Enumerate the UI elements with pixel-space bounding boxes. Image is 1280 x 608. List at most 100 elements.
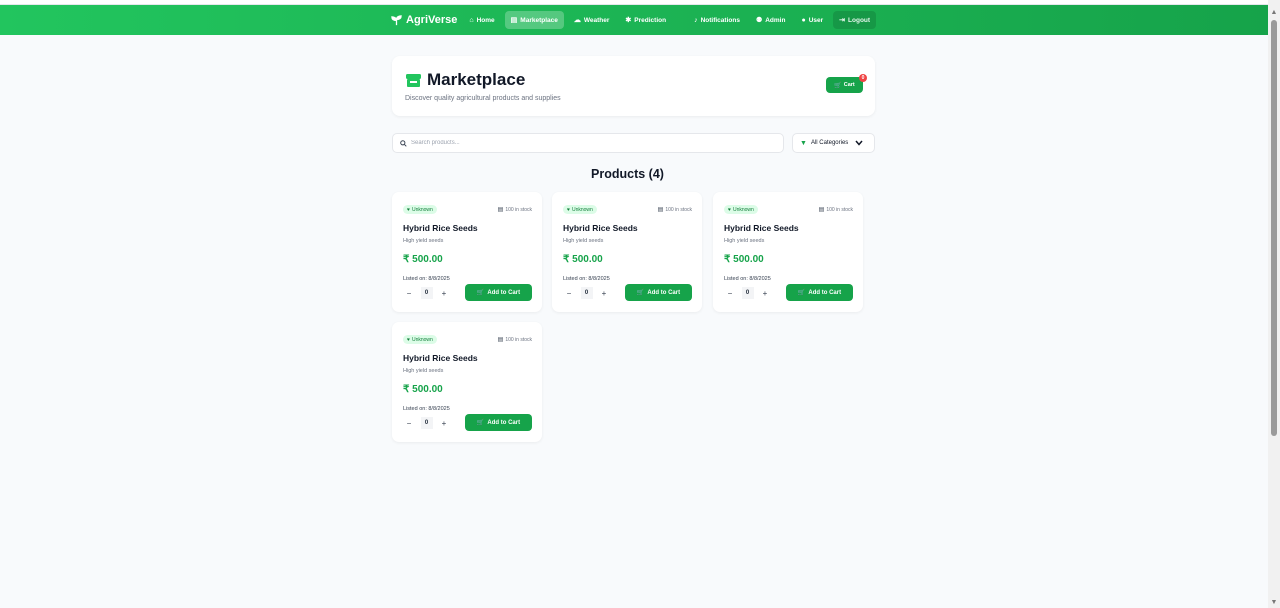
nav-label: Notifications [700, 16, 740, 24]
quantity-stepper: − 0 + [724, 286, 771, 300]
category-badge: ♥ Unknown [403, 335, 437, 344]
stock-indicator: ▤ 100 in stock [498, 335, 532, 344]
add-to-cart-button[interactable]: 🛒 Add to Cart [625, 284, 692, 301]
nav-prediction[interactable]: ✱ Prediction [619, 11, 672, 29]
bell-icon: ♪ [694, 16, 698, 24]
product-price: ₹ 500.00 [724, 254, 764, 265]
logout-button[interactable]: ⇥ Logout [833, 11, 877, 29]
nav-notifications[interactable]: ♪ Notifications [688, 11, 746, 29]
stock-label: 100 in stock [826, 206, 853, 213]
quantity-value[interactable]: 0 [420, 287, 433, 299]
cloud-sun-icon: ☁ [573, 16, 581, 24]
increase-quantity-button[interactable]: + [598, 287, 610, 299]
product-price: ₹ 500.00 [403, 254, 443, 265]
tag-icon: ♥ [728, 206, 731, 213]
increase-quantity-button[interactable]: + [438, 287, 450, 299]
stock-indicator: ▤ 100 in stock [658, 205, 692, 214]
logout-icon: ⇥ [839, 16, 846, 24]
product-description: High yield seeds [403, 238, 444, 244]
nav-weather[interactable]: ☁ Weather [568, 11, 616, 29]
brand-logo[interactable]: AgriVerse [391, 14, 457, 26]
product-card: ♥ Unknown ▤ 100 in stock Hybrid Rice Seeds… [392, 322, 542, 442]
scrollbar[interactable]: ▲ ▼ [1268, 0, 1280, 608]
nav-home[interactable]: ⌂ Home [463, 11, 500, 29]
quantity-stepper: − 0 + [403, 286, 450, 300]
store-icon [406, 73, 421, 87]
product-description: High yield seeds [563, 238, 604, 244]
search-input[interactable] [411, 140, 771, 146]
page-title-text: Marketplace [427, 70, 526, 89]
category-badge: ♥ Unknown [403, 205, 437, 214]
quantity-value[interactable]: 0 [741, 287, 754, 299]
quantity-value[interactable]: 0 [580, 287, 593, 299]
home-icon: ⌂ [469, 16, 474, 24]
add-to-cart-label: Add to Cart [487, 289, 521, 296]
listed-date: Listed on: 8/8/2025 [563, 276, 610, 282]
increase-quantity-button[interactable]: + [438, 417, 450, 429]
quantity-value[interactable]: 0 [420, 417, 433, 429]
brain-icon: ✱ [625, 16, 632, 24]
category-badge: ♥ Unknown [563, 205, 597, 214]
decrease-quantity-button[interactable]: − [724, 287, 736, 299]
scroll-up-arrow-icon[interactable]: ▲ [1268, 6, 1280, 18]
decrease-quantity-button[interactable]: − [563, 287, 575, 299]
decrease-quantity-button[interactable]: − [403, 417, 415, 429]
product-name: Hybrid Rice Seeds [724, 223, 799, 233]
nav-label: User [808, 16, 824, 24]
tag-icon: ♥ [407, 336, 410, 343]
box-icon: ▤ [818, 207, 825, 213]
nav-inner: AgriVerse ⌂ Home ▤ Marketplace ☁ Weather ✱ P… [391, 5, 880, 35]
add-to-cart-button[interactable]: 🛒 Add to Cart [465, 414, 532, 431]
scroll-thumb[interactable] [1271, 20, 1277, 436]
cart-icon: 🛒 [636, 290, 645, 296]
add-to-cart-label: Add to Cart [647, 289, 681, 296]
navbar: AgriVerse ⌂ Home ▤ Marketplace ☁ Weather ✱ P… [0, 5, 1268, 35]
cart-button[interactable]: 🛒 Cart [826, 77, 863, 93]
category-selected: All Categories [810, 140, 849, 146]
nav-label: Home [476, 16, 495, 24]
nav-label: Prediction [634, 16, 667, 24]
add-to-cart-button[interactable]: 🛒 Add to Cart [786, 284, 853, 301]
nav-user[interactable]: ● User [795, 11, 829, 29]
add-to-cart-label: Add to Cart [487, 419, 521, 426]
product-description: High yield seeds [724, 238, 765, 244]
brand-name: AgriVerse [406, 14, 458, 26]
badge-label: Unknown [571, 206, 593, 213]
decrease-quantity-button[interactable]: − [403, 287, 415, 299]
scroll-down-arrow-icon[interactable]: ▼ [1268, 596, 1280, 608]
product-card: ♥ Unknown ▤ 100 in stock Hybrid Rice Seeds… [713, 192, 863, 312]
marketplace-header-card: Marketplace Discover quality agricultura… [392, 56, 875, 116]
stock-indicator: ▤ 100 in stock [498, 205, 532, 214]
nav-label: Marketplace [520, 16, 558, 24]
cart-icon: 🛒 [476, 420, 485, 426]
increase-quantity-button[interactable]: + [759, 287, 771, 299]
category-badge: ♥ Unknown [724, 205, 758, 214]
box-icon: ▤ [497, 207, 504, 213]
nav-marketplace[interactable]: ▤ Marketplace [504, 11, 564, 29]
product-description: High yield seeds [403, 368, 444, 374]
nav-label: Logout [848, 16, 871, 24]
badge-label: Unknown [411, 206, 433, 213]
add-to-cart-button[interactable]: 🛒 Add to Cart [465, 284, 532, 301]
box-icon: ▤ [497, 337, 504, 343]
nav-admin[interactable]: ⚉ Admin [750, 11, 792, 29]
page-title: Marketplace [405, 70, 525, 90]
box-icon: ▤ [657, 207, 664, 213]
nav-label: Weather [583, 16, 610, 24]
cart-icon: 🛒 [476, 290, 485, 296]
stock-label: 100 in stock [505, 206, 532, 213]
filter-icon: ▼ [800, 139, 807, 147]
product-price: ₹ 500.00 [563, 254, 603, 265]
stock-indicator: ▤ 100 in stock [819, 205, 853, 214]
search-bar[interactable] [392, 133, 784, 153]
store-icon: ▤ [510, 16, 518, 24]
cart-label: Cart [843, 82, 855, 88]
product-name: Hybrid Rice Seeds [563, 223, 638, 233]
search-icon [400, 139, 407, 147]
nav-label: Admin [765, 16, 786, 24]
products-heading: Products (4) [591, 167, 664, 181]
tag-icon: ♥ [407, 206, 410, 213]
quantity-stepper: − 0 + [403, 416, 450, 430]
category-filter-select[interactable]: ▼ All Categories [792, 133, 875, 153]
cart-icon: 🛒 [797, 290, 806, 296]
